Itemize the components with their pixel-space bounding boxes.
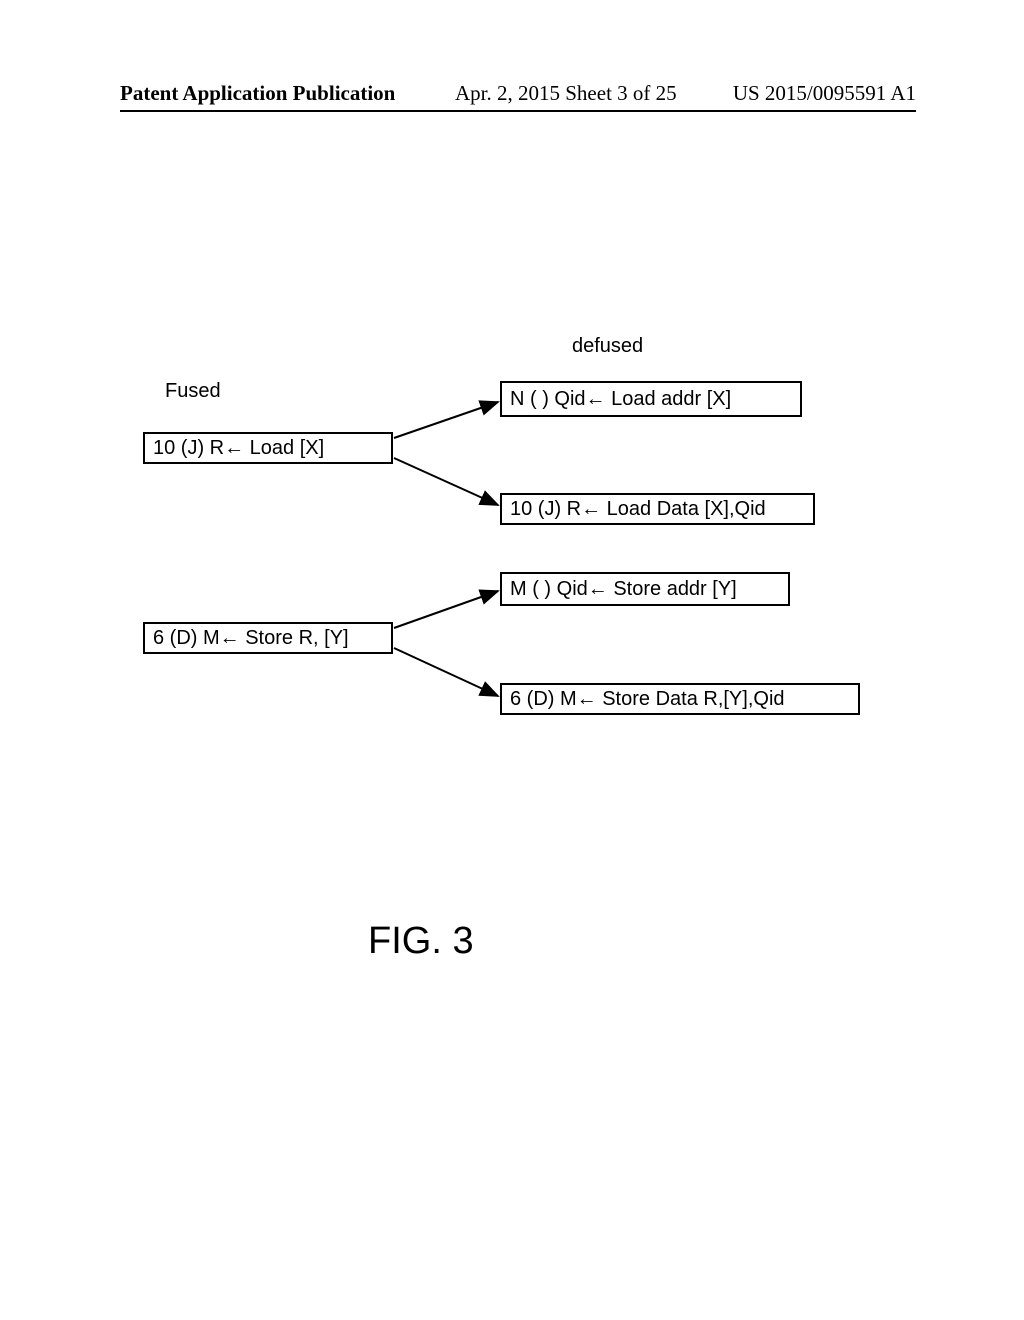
defused-load-addr-text: N ( ) Qid← Load addr [X] bbox=[510, 388, 731, 411]
defused-store-data-box: 6 (D) M← Store Data R,[Y],Qid bbox=[500, 683, 860, 715]
connector-lines bbox=[0, 0, 1024, 1320]
fused-load-text: 10 (J) R← Load [X] bbox=[153, 437, 324, 460]
fused-load-box: 10 (J) R← Load [X] bbox=[143, 432, 393, 464]
defused-store-addr-text: M ( ) Qid← Store addr [Y] bbox=[510, 578, 737, 601]
figure-caption: FIG. 3 bbox=[368, 920, 474, 963]
fused-store-box: 6 (D) M← Store R, [Y] bbox=[143, 622, 393, 654]
page: Patent Application Publication Apr. 2, 2… bbox=[0, 0, 1024, 1320]
defused-load-data-text: 10 (J) R← Load Data [X],Qid bbox=[510, 498, 766, 521]
fused-label: Fused bbox=[165, 380, 221, 403]
figure-diagram: Fused defused 10 (J) R← Load [X] N ( ) Q… bbox=[0, 0, 1024, 1320]
defused-store-addr-box: M ( ) Qid← Store addr [Y] bbox=[500, 572, 790, 606]
fused-store-text: 6 (D) M← Store R, [Y] bbox=[153, 627, 349, 650]
defused-load-data-box: 10 (J) R← Load Data [X],Qid bbox=[500, 493, 815, 525]
defused-load-addr-box: N ( ) Qid← Load addr [X] bbox=[500, 381, 802, 417]
defused-store-data-text: 6 (D) M← Store Data R,[Y],Qid bbox=[510, 688, 785, 711]
defused-label: defused bbox=[572, 335, 643, 358]
